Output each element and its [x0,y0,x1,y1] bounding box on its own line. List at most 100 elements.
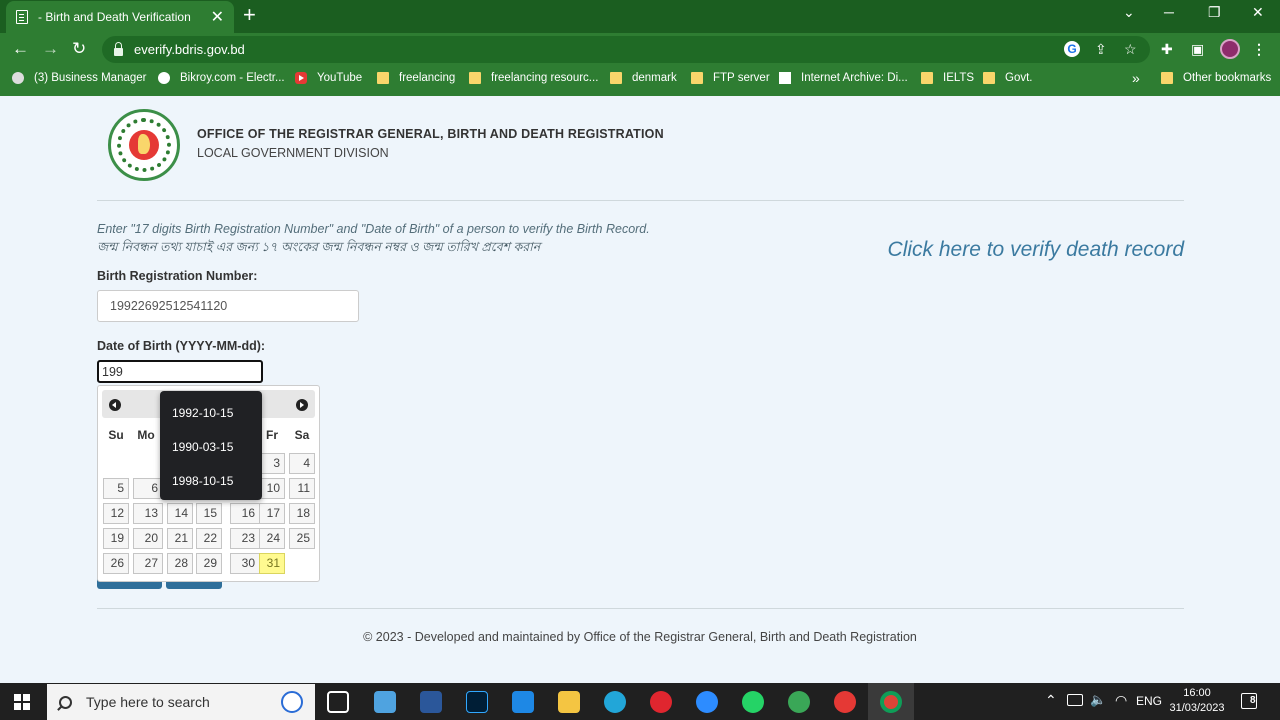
bookmark-internet-archive[interactable]: Internet Archive: Di... [779,72,908,84]
wifi-icon[interactable]: ◠ [1115,692,1127,709]
prev-month-icon[interactable] [109,399,121,411]
window-close-icon[interactable]: ✕ [1252,4,1264,21]
calendar-day[interactable]: 10 [259,478,285,499]
calendar-day[interactable]: 27 [133,553,163,574]
calendar-day[interactable]: 3 [259,453,285,474]
photoshop-icon[interactable] [466,691,488,713]
folder-icon [921,72,933,84]
autocomplete-item[interactable]: 1992-10-15 [172,406,233,420]
clock-date: 31/03/2023 [1169,702,1225,714]
bookmark-bikroy[interactable]: Bikroy.com - Electr... [158,72,285,84]
folder-icon [983,72,995,84]
weekday-label: Su [108,428,124,442]
bookmark-denmark[interactable]: denmark [610,72,677,84]
menu-icon[interactable]: ⋮ [1252,41,1266,57]
file-explorer-icon[interactable] [558,691,580,713]
calendar-day-today[interactable]: 31 [259,553,285,574]
calendar-day[interactable]: 11 [289,478,315,499]
edge-icon[interactable] [604,691,626,713]
calendar-day[interactable]: 20 [133,528,163,549]
bing-icon[interactable] [281,691,303,713]
lock-icon[interactable] [114,41,123,56]
profile-avatar[interactable] [1220,39,1240,59]
bookmark-business-manager[interactable]: (3) Business Manager [12,72,147,84]
address-bar[interactable]: everify.bdris.gov.bd [102,36,1150,63]
folder-icon [469,72,481,84]
calendar-day[interactable]: 26 [103,553,129,574]
bookmark-ftp-server[interactable]: FTP server [691,72,770,84]
windows-start-icon[interactable] [14,694,30,710]
tab-search-icon[interactable]: ⌄ [1123,4,1135,21]
bookmark-star-icon[interactable]: ☆ [1124,41,1137,57]
calendar-day[interactable]: 23 [230,528,260,549]
restore-icon[interactable]: ❐ [1208,4,1221,21]
side-panel-icon[interactable]: ▣ [1191,41,1204,57]
url-text: everify.bdris.gov.bd [134,42,245,57]
extensions-icon[interactable]: ✚ [1161,41,1173,57]
instruction-bangla: জন্ম নিবন্ধন তথ্য যাচাই এর জন্য ১৭ অংকের… [97,240,541,254]
task-view-icon[interactable] [327,691,349,713]
back-icon[interactable]: ← [12,40,29,58]
calendar-day[interactable]: 15 [196,503,222,524]
calendar-day[interactable]: 4 [289,453,315,474]
bookmark-freelancing[interactable]: freelancing [377,72,455,84]
bookmark-freelancing-resources[interactable]: freelancing resourc... [469,72,598,84]
new-tab-button[interactable]: + [243,4,256,26]
calendar-day[interactable]: 18 [289,503,315,524]
minimize-icon[interactable]: ─ [1164,4,1174,20]
youtube-icon [295,72,307,84]
calendar-day[interactable]: 30 [230,553,260,574]
mail-icon[interactable] [512,691,534,713]
calendar-day[interactable]: 25 [289,528,315,549]
search-icon [59,695,72,709]
reload-icon[interactable]: ↻ [72,40,86,58]
birth-registration-number-input[interactable] [97,290,359,322]
zoom-icon[interactable] [696,691,718,713]
forward-icon[interactable]: → [42,40,59,58]
network-icon[interactable] [1067,694,1083,706]
calendar-day[interactable]: 28 [167,553,193,574]
calendar-day[interactable]: 5 [103,478,129,499]
calendar-day[interactable]: 16 [230,503,260,524]
verify-death-record-link[interactable]: Click here to verify death record [888,238,1184,262]
calendar-day[interactable]: 17 [259,503,285,524]
whatsapp-icon[interactable] [742,691,764,713]
calendar-day[interactable]: 14 [167,503,193,524]
next-month-icon[interactable] [296,399,308,411]
language-indicator[interactable]: ENG [1136,694,1162,708]
word-icon[interactable] [420,691,442,713]
calendar-day[interactable]: 19 [103,528,129,549]
volume-icon[interactable]: 🔈 [1090,692,1106,708]
calendar-day[interactable]: 22 [196,528,222,549]
calendar-day[interactable]: 13 [133,503,163,524]
opera-icon[interactable] [650,691,672,713]
google-icon[interactable]: G [1064,41,1080,57]
date-of-birth-input[interactable] [97,360,263,383]
bookmark-ielts[interactable]: IELTS [921,72,974,84]
calendar-day[interactable]: 29 [196,553,222,574]
more-bookmarks-icon[interactable]: » [1132,70,1140,86]
share-icon[interactable]: ⇪ [1095,41,1107,57]
taskbar-clock[interactable]: 16:00 31/03/2023 [1164,686,1230,716]
autocomplete-item[interactable]: 1990-03-15 [172,440,233,454]
calendar-day[interactable]: 24 [259,528,285,549]
taskbar-search-box[interactable]: Type here to search [47,684,315,720]
browser-tab[interactable]: - Birth and Death Verification ✕ [6,1,234,33]
page-header: OFFICE OF THE REGISTRAR GENERAL, BIRTH A… [97,107,1184,201]
clock-time: 16:00 [1183,687,1211,699]
autocomplete-suggestions: 1992-10-15 1990-03-15 1998-10-15 [160,391,262,500]
chrome-taskbar-active[interactable] [868,683,914,720]
tray-chevron-icon[interactable]: ⌃ [1045,692,1057,709]
calendar-day[interactable]: 6 [133,478,163,499]
bookmarks-bar: (3) Business Manager Bikroy.com - Electr… [0,66,1280,96]
autocomplete-item[interactable]: 1998-10-15 [172,474,233,488]
news-app-icon[interactable] [374,691,396,713]
screen-recorder-icon[interactable] [834,691,856,713]
calendar-day[interactable]: 12 [103,503,129,524]
telegram-icon[interactable] [788,691,810,713]
close-tab-icon[interactable]: ✕ [211,7,224,27]
calendar-day[interactable]: 21 [167,528,193,549]
other-bookmarks[interactable]: Other bookmarks [1161,72,1271,84]
bookmark-youtube[interactable]: YouTube [295,72,362,84]
bookmark-govt[interactable]: Govt. [983,72,1032,84]
